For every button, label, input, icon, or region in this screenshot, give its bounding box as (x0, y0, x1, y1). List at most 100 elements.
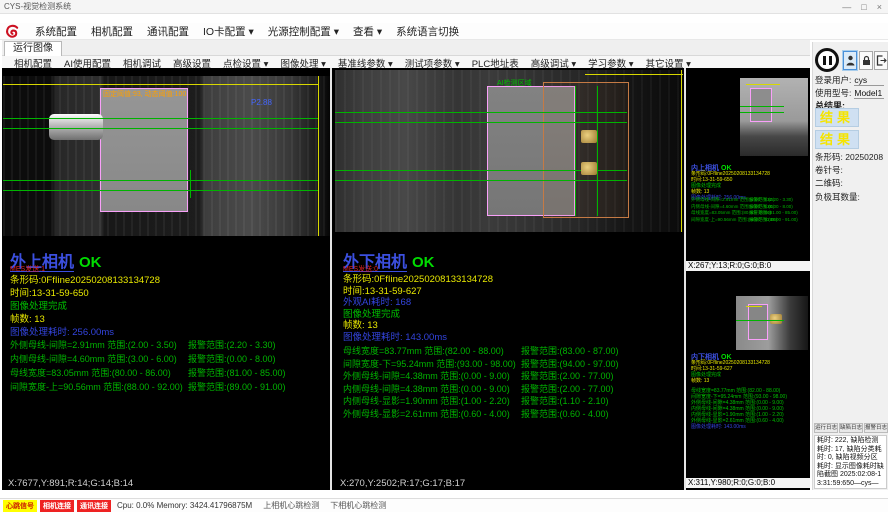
overlay-green-line (575, 86, 576, 216)
menu-item-system-config[interactable]: 系统配置 (28, 24, 84, 39)
overlay-green-line (736, 320, 784, 321)
camera-connection-badge: 相机连接 (40, 500, 74, 512)
overlay-green-line (3, 180, 318, 181)
elapsed-line: 图像处理耗时: 143.00ms (691, 424, 787, 430)
tab-count-row: 负极耳数量: (815, 191, 860, 203)
overlay-yellow-line (681, 70, 682, 232)
measurement-row: 间隙宽度-上=90.56mm 范围:(88.00 - 92.00)报警范围:(8… (10, 380, 286, 394)
app-logo-icon (5, 24, 20, 39)
result-ok: OK (79, 254, 102, 271)
menu-item-view[interactable]: 查看 ▾ (346, 24, 389, 39)
logout-button[interactable] (874, 51, 888, 70)
minimize-button[interactable]: — (842, 0, 851, 14)
lower-camera-heartbeat: 下相机心跳检测 (330, 500, 386, 511)
tab-feature (581, 130, 597, 143)
thumb1-measurements: 外侧母线-间隙=2.91mm 范围:(2.00 - 3.50)报警范围:(2.2… (691, 197, 798, 223)
measurement-text: 外侧母线-间隙=2.91mm 范围:(2.00 - 3.50) (10, 338, 188, 352)
measurement-text: 外侧母线-间隙=4.38mm 范围:(0.00 - 9.00) (343, 370, 521, 383)
model-row: 使用型号:Model1 (815, 87, 884, 99)
measurement-text: 内侧母线-显影=1.90mm 范围:(1.00 - 2.20) (343, 395, 521, 408)
overlay-green-line (335, 180, 627, 181)
measurement-text: 母线宽度=83.05mm 范围:(80.00 - 86.00) (10, 366, 188, 380)
panel-divider-1 (330, 68, 332, 490)
overlay-green-tick (190, 170, 191, 198)
overlay-green-line (597, 86, 598, 216)
alarm-range: 报警范围:(2.00 - 77.00) (521, 370, 614, 383)
frames-line: 帧数: 13 (691, 378, 770, 384)
upper-camera-heartbeat: 上相机心跳检测 (263, 500, 319, 511)
camera-view-thumb1[interactable] (740, 78, 808, 156)
left-panel-title: 外上相机OK (10, 248, 160, 266)
log-tab-defect[interactable]: 缺陷日志 (839, 423, 863, 433)
menu-item-comm-config[interactable]: 通讯配置 (140, 24, 196, 39)
overlay-ai-box (543, 82, 629, 218)
overlay-green-line (335, 112, 627, 113)
alarm-range: 报警范围:(83.00 - 87.00) (521, 345, 619, 358)
thumb2-title: 内下相机OK (691, 352, 770, 360)
alarm-range: 报警范围:(81.00 - 85.00) (188, 366, 286, 380)
overlay-cell-region (750, 88, 772, 122)
middle-panel-info: 外下相机OK MES发送:0 条形码:0FfIine20250208133134… (343, 248, 493, 343)
sidebar: 登录用户:cys 使用型号:Model1 总结果: 结果 结果 条形码: 202… (812, 42, 888, 490)
log-tab-run[interactable]: 运行日志 (814, 423, 838, 433)
barcode-label: 条形码: (815, 152, 843, 162)
elapsed-line: 图像处理耗时: 143.00ms (343, 332, 493, 344)
alarm-range: 报警范围:(1.10 - 2.10) (521, 395, 609, 408)
user-button[interactable] (843, 51, 857, 70)
camera-view-left[interactable]: 固定阈值:93, 动态阈值:100 P2.88 (3, 76, 330, 236)
overlay-green-line (3, 190, 318, 191)
barcode-line: 条形码:0FfIine20250208133134728 (343, 274, 493, 286)
alarm-range: 报警范围:(0.60 - 4.00) (521, 408, 609, 421)
done-line: 图像处理完成 (10, 300, 160, 313)
login-user-label: 登录用户: (815, 75, 851, 85)
thumb2-pixel-coords: X:311,Y:980;R:0;G:0;B:0 (686, 478, 810, 488)
menu-item-camera-config[interactable]: 相机配置 (84, 24, 140, 39)
measurement-row: 间隙宽度-下=95.24mm 范围:(93.00 - 98.00)报警范围:(9… (343, 358, 619, 371)
pause-button[interactable] (815, 48, 839, 72)
time-line: 时间:13-31-59-650 (10, 287, 160, 300)
measurement-row: 内侧母线-间隙=4.38mm 范围:(0.00 - 9.00)报警范围:(2.0… (343, 383, 619, 396)
overlay-cell-region (100, 88, 188, 212)
lock-button[interactable] (859, 51, 873, 70)
login-user-row: 登录用户:cys (815, 74, 884, 86)
frames-line: 帧数: 13 (10, 313, 160, 326)
measurement-text: 间隙宽度-上=90.56mm 范围:(88.00 - 92.00) (691, 217, 749, 224)
lock-icon (862, 55, 871, 66)
close-button[interactable]: × (877, 0, 882, 14)
window-controls: — □ × (842, 0, 882, 14)
log-tab-strip: 运行日志 缺陷日志 报警日志 (814, 423, 888, 433)
result-display-2: 结果 (815, 130, 859, 149)
alarm-range: 报警范围:(89.00 - 91.00) (749, 217, 798, 224)
measurement-text: 间隙宽度-下=95.24mm 范围:(93.00 - 98.00) (343, 358, 521, 371)
menu-item-light-config[interactable]: 光源控制配置 ▾ (261, 24, 346, 39)
threshold-label: 固定阈值:93, 动态阈值:100 (103, 89, 186, 99)
maximize-button[interactable]: □ (861, 0, 866, 14)
middle-pixel-coords: X:270,Y:2502;R:17;G:17;B:17 (340, 478, 465, 489)
menu-item-language[interactable]: 系统语言切换 (389, 24, 466, 39)
panel-divider-2 (684, 68, 686, 490)
measurement-row: 母线宽度=83.77mm 范围:(82.00 - 88.00)报警范围:(83.… (343, 345, 619, 358)
measurement-row: 内侧母线-显影=1.90mm 范围:(1.00 - 2.20)报警范围:(1.1… (343, 395, 619, 408)
qr-row: 二维码: (815, 177, 843, 189)
measurement-row: 母线宽度=83.05mm 范围:(80.00 - 86.00)报警范围:(81.… (10, 366, 286, 380)
barcode-row: 条形码: 20250208 (815, 151, 883, 163)
log-tab-alarm[interactable]: 报警日志 (864, 423, 888, 433)
middle-panel-title: 外下相机OK (343, 248, 493, 266)
model-value[interactable]: Model1 (854, 88, 884, 99)
overlay-yellow-line (318, 76, 319, 236)
thumb2-measurements: 母线宽度=83.77mm 范围:(82.00 - 88.00) 间隙宽度-下=9… (691, 388, 787, 430)
camera-view-thumb2[interactable] (736, 296, 808, 350)
measurement-row: 外侧母线-间隙=4.38mm 范围:(0.00 - 9.00)报警范围:(2.0… (343, 370, 619, 383)
needle-row: 卷针号: (815, 164, 843, 176)
overlay-green-line (740, 112, 784, 113)
camera-view-middle[interactable]: AI检测区域 (335, 70, 683, 232)
menu-item-io-config[interactable]: IO卡配置 ▾ (196, 24, 261, 39)
thumb1-title: 内上相机OK (691, 163, 770, 171)
tab-run-image[interactable]: 运行图像 (4, 41, 62, 56)
overlay-yellow-line (585, 74, 683, 75)
log-output[interactable]: 耗时: 222, 缺陷检测耗时: 17, 缺陷分类耗时: 0, 缺陷视频分区耗时… (814, 435, 887, 489)
user-icon (846, 55, 855, 66)
thumb1-info: 内上相机OK 条形码:0FfIine20250208133134728 时间:1… (691, 163, 770, 201)
measurement-row: 外侧母线-显影=2.61mm 范围:(0.60 - 4.00)报警范围:(0.6… (343, 408, 619, 421)
measurement-text: 外侧母线-显影=2.61mm 范围:(0.60 - 4.00) (343, 408, 521, 421)
